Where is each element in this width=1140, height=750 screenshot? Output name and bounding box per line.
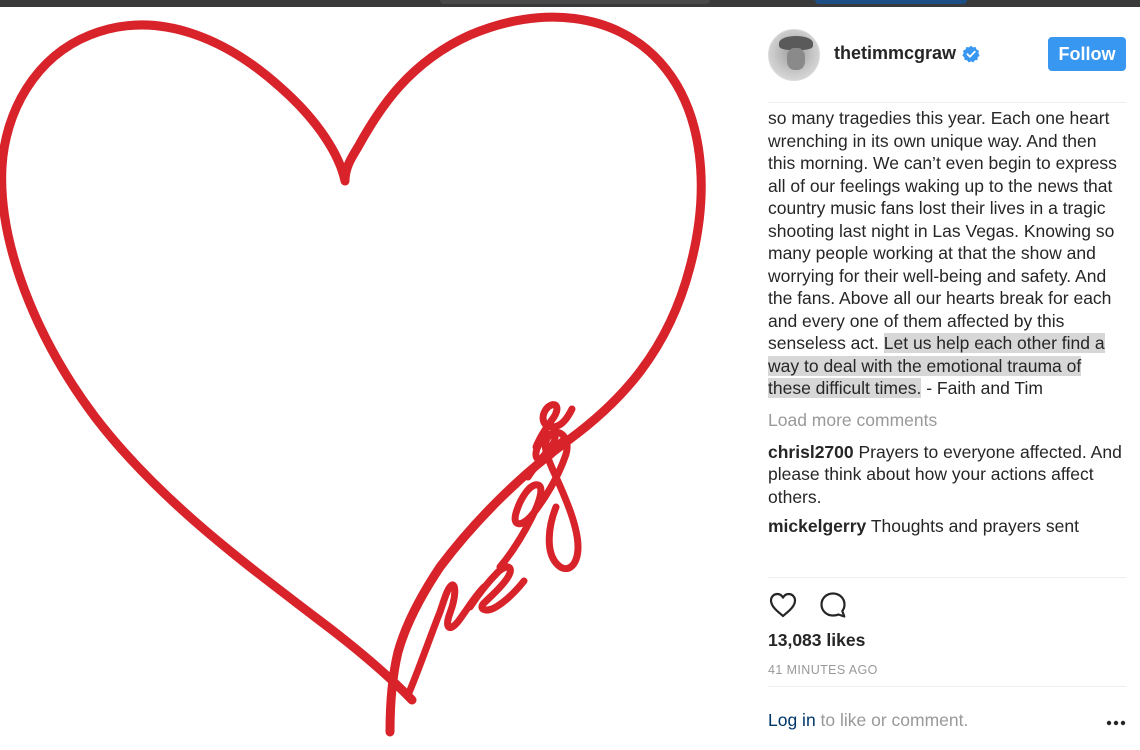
footer-divider	[768, 686, 1126, 687]
heart-outline	[0, 12, 706, 737]
comment-item: chrisl2700 Prayers to everyone affected.…	[768, 441, 1126, 509]
verified-badge-icon	[962, 45, 980, 63]
vegas-script	[404, 401, 582, 699]
top-bar-blue-hint	[815, 0, 967, 4]
more-options-icon[interactable]	[1106, 720, 1126, 726]
avatar-face	[787, 48, 805, 70]
login-prompt-text: to like or comment.	[815, 710, 969, 730]
post-actions	[768, 590, 888, 620]
avatar[interactable]	[768, 29, 820, 81]
comments-list[interactable]: so many tragedies this year. Each one he…	[768, 103, 1126, 577]
post-timestamp[interactable]: 41 MINUTES AGO	[768, 663, 878, 677]
comment-username-link[interactable]: mickelgerry	[768, 516, 866, 536]
username-link[interactable]: thetimmcgraw	[834, 43, 956, 64]
load-more-comments-link[interactable]: Load more comments	[768, 409, 1126, 431]
comment-icon[interactable]	[818, 590, 848, 620]
follow-button[interactable]: Follow	[1048, 37, 1126, 71]
login-link[interactable]: Log in	[768, 710, 816, 730]
caption-text: so many tragedies this year. Each one he…	[768, 108, 1117, 353]
comments-divider	[768, 577, 1126, 578]
post-sidebar: thetimmcgraw Follow so many tragedies th…	[752, 7, 1140, 750]
caption-signature: - Faith and Tim	[921, 378, 1043, 398]
comment-username-link[interactable]: chrisl2700	[768, 442, 854, 462]
post-caption: so many tragedies this year. Each one he…	[768, 103, 1126, 400]
comment-item: mickelgerry Thoughts and prayers sent	[768, 515, 1126, 538]
post-image	[0, 7, 752, 750]
browser-top-bar	[0, 0, 1140, 7]
heart-icon[interactable]	[768, 590, 798, 620]
heart-vegas-artwork	[0, 12, 706, 737]
post-header: thetimmcgraw Follow	[768, 29, 1126, 85]
comment-text: Thoughts and prayers sent	[870, 516, 1079, 536]
login-prompt: Log in to like or comment.	[768, 710, 968, 731]
top-bar-search-hint	[440, 0, 710, 4]
likes-count[interactable]: 13,083 likes	[768, 630, 865, 651]
